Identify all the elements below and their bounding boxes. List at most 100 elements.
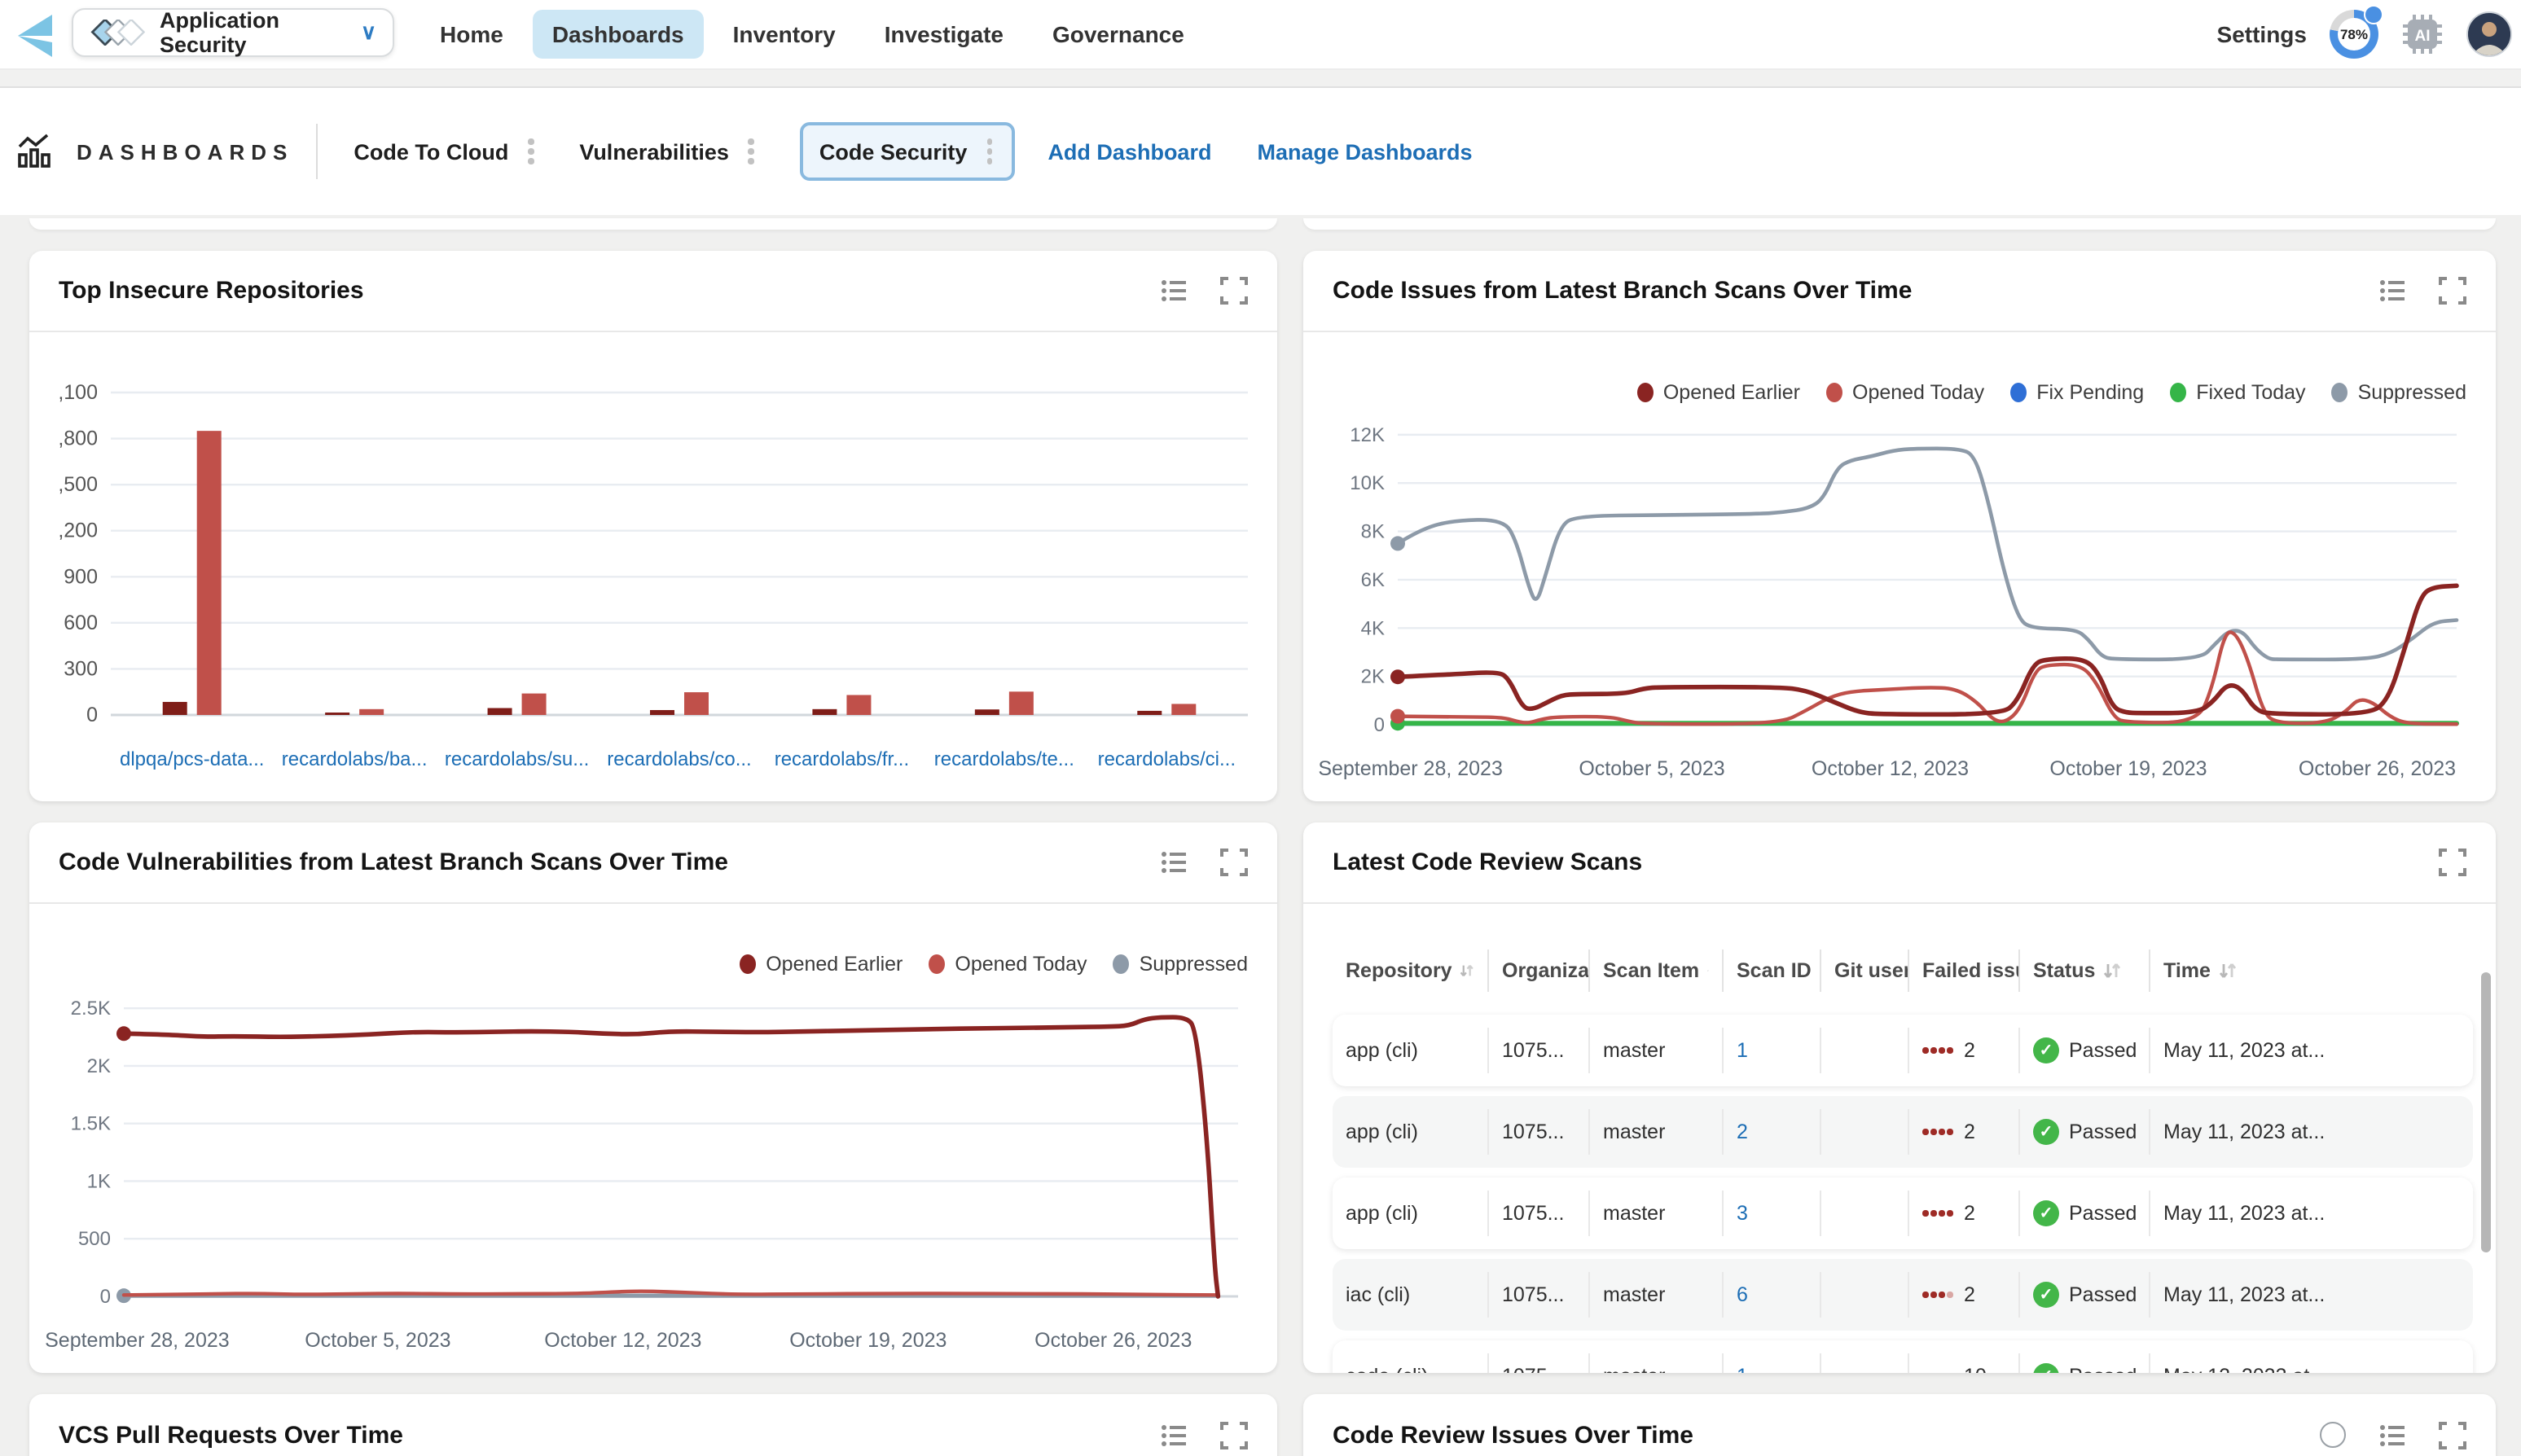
cell-scan-id[interactable]: 1 (1724, 1028, 1821, 1073)
repository-link[interactable]: recardolabs/ba... (282, 748, 428, 770)
legend-item-suppressed[interactable]: Suppressed (1113, 953, 1248, 976)
repository-link[interactable]: recardolabs/te... (934, 748, 1074, 770)
table-row[interactable]: code (cli)1075...master110✓PassedMay 12,… (1333, 1340, 2473, 1373)
column-header-scan-id[interactable]: Scan ID (1724, 949, 1821, 992)
main-nav: HomeDashboardsInventoryInvestigateGovern… (420, 0, 1204, 68)
dashboard-tab-vulnerabilities[interactable]: Vulnerabilities (579, 136, 758, 168)
expand-icon[interactable] (1220, 849, 1248, 876)
kebab-menu-icon[interactable] (983, 136, 995, 168)
legend-item-opened-today[interactable]: Opened Today (1826, 381, 1984, 404)
cell-repository: app (cli) (1333, 1191, 1489, 1236)
bar-issues-dark[interactable] (488, 708, 512, 715)
manage-dashboards-link[interactable]: Manage Dashboards (1257, 139, 1472, 164)
list-view-icon[interactable] (2378, 277, 2406, 305)
dashboard-tab-code-to-cloud[interactable]: Code To Cloud (354, 136, 537, 168)
panel-header: Top Insecure Repositories (29, 251, 1277, 332)
svg-text:0: 0 (1374, 714, 1385, 736)
nav-item-investigate[interactable]: Investigate (865, 10, 1023, 59)
expand-icon[interactable] (2439, 277, 2466, 305)
column-header-status[interactable]: Status (2020, 949, 2150, 992)
table-scrollbar[interactable] (2481, 972, 2491, 1252)
repository-link[interactable]: recardolabs/co... (607, 748, 751, 770)
svg-text:500: 500 (78, 1228, 111, 1250)
nav-item-home[interactable]: Home (420, 10, 523, 59)
repository-link[interactable]: recardolabs/su... (445, 748, 589, 770)
legend-item-opened-today[interactable]: Opened Today (929, 953, 1087, 976)
prisma-cloud-logo-icon[interactable] (10, 8, 62, 60)
status-label: Passed (2069, 1202, 2137, 1225)
product-selector[interactable]: Application Security ∨ (72, 8, 394, 57)
user-avatar[interactable] (2466, 11, 2512, 57)
column-header-organizat[interactable]: Organizat (1489, 949, 1590, 992)
legend-item-fix-pending[interactable]: Fix Pending (2010, 381, 2144, 404)
panel-top-insecure-repositories: Top Insecure Repositories 0300600900,200… (29, 251, 1277, 801)
svg-text:October 26, 2023: October 26, 2023 (2299, 757, 2456, 780)
table-row[interactable]: iac (cli)1075...master62✓PassedMay 11, 2… (1333, 1259, 2473, 1331)
nav-item-governance[interactable]: Governance (1033, 10, 1204, 59)
ai-copilot-icon[interactable]: AI (2401, 13, 2444, 55)
table-row[interactable]: app (cli)1075...master32✓PassedMay 11, 2… (1333, 1178, 2473, 1249)
svg-text:,100: ,100 (58, 381, 98, 404)
expand-icon[interactable] (2439, 1421, 2466, 1449)
repository-link[interactable]: recardolabs/ci... (1098, 748, 1236, 770)
cell-time: May 11, 2023 at... (2150, 1272, 2473, 1318)
add-dashboard-link[interactable]: Add Dashboard (1047, 139, 1211, 164)
column-header-repository[interactable]: Repository (1333, 949, 1489, 992)
table-row[interactable]: app (cli)1075...master12✓PassedMay 11, 2… (1333, 1015, 2473, 1086)
repository-link[interactable]: recardolabs/fr... (775, 748, 909, 770)
cell-scan-id[interactable]: 1 (1724, 1353, 1821, 1373)
bar-issues-dark[interactable] (650, 710, 674, 715)
legend-label: Fixed Today (2196, 381, 2305, 404)
bar-issues-light[interactable] (1171, 704, 1196, 715)
list-view-icon[interactable] (1160, 1421, 1188, 1449)
list-view-icon[interactable] (1160, 849, 1188, 876)
legend-item-suppressed[interactable]: Suppressed (2332, 381, 2466, 404)
list-view-icon[interactable] (1160, 277, 1188, 305)
kebab-menu-icon[interactable] (745, 136, 758, 168)
cell-scan-id[interactable]: 6 (1724, 1272, 1821, 1318)
svg-text:October 12, 2023: October 12, 2023 (1812, 757, 1969, 780)
list-view-icon[interactable] (2378, 1421, 2406, 1449)
bar-issues-light[interactable] (1009, 691, 1034, 715)
header-right-controls: Settings 78% AI (2217, 0, 2512, 68)
column-header-label: Scan ID (1737, 959, 1812, 982)
bar-issues-light[interactable] (359, 709, 384, 715)
cell-scan-id[interactable]: 3 (1724, 1191, 1821, 1236)
bar-issues-dark[interactable] (1137, 711, 1162, 715)
bar-issues-light[interactable] (846, 695, 871, 715)
bar-issues-light[interactable] (684, 692, 709, 715)
bar-issues-dark[interactable] (812, 709, 837, 715)
cell-scan-id[interactable]: 2 (1724, 1109, 1821, 1155)
legend-item-fixed-today[interactable]: Fixed Today (2170, 381, 2305, 404)
application-window: Application Security ∨ HomeDashboardsInv… (0, 0, 2521, 1456)
table-row[interactable]: app (cli)1075...master22✓PassedMay 11, 2… (1333, 1096, 2473, 1168)
svg-text:,500: ,500 (58, 473, 98, 496)
kebab-menu-icon[interactable] (525, 136, 537, 168)
column-header-git-user[interactable]: Git user (1821, 949, 1909, 992)
cell-organizat: 1075... (1489, 1109, 1590, 1155)
svg-text:1K: 1K (87, 1170, 111, 1192)
column-header-failed-issu[interactable]: Failed issu (1909, 949, 2020, 992)
legend-item-opened-earlier[interactable]: Opened Earlier (1637, 381, 1800, 404)
repository-link[interactable]: dlpqa/pcs-data... (120, 748, 264, 770)
top-navigation-bar: Application Security ∨ HomeDashboardsInv… (0, 0, 2521, 70)
cell-status: ✓Passed (2020, 1353, 2150, 1373)
bar-issues-dark[interactable] (325, 713, 349, 715)
dashboard-tab-code-security[interactable]: Code Security (800, 123, 1016, 181)
expand-icon[interactable] (1220, 1421, 1248, 1449)
column-header-time[interactable]: Time (2150, 949, 2473, 992)
bar-issues-light[interactable] (522, 694, 547, 715)
bar-issues-dark[interactable] (975, 709, 999, 715)
legend-item-opened-earlier[interactable]: Opened Earlier (740, 953, 903, 976)
panel-code-review-issues-over-time: Code Review Issues Over Time (1303, 1394, 2496, 1456)
bar-issues-dark[interactable] (163, 702, 187, 715)
bar-issues-light[interactable] (197, 431, 222, 715)
nav-item-inventory[interactable]: Inventory (714, 10, 855, 59)
nav-item-dashboards[interactable]: Dashboards (533, 10, 704, 59)
settings-button[interactable]: Settings (2217, 21, 2307, 47)
column-header-scan-item[interactable]: Scan Item (1590, 949, 1724, 992)
dashboard-tabs: Code To Cloud Vulnerabilities Code Securit… (354, 123, 1047, 181)
expand-icon[interactable] (1220, 277, 1248, 305)
usage-progress-ring[interactable]: 78% (2330, 10, 2378, 59)
expand-icon[interactable] (2439, 849, 2466, 876)
